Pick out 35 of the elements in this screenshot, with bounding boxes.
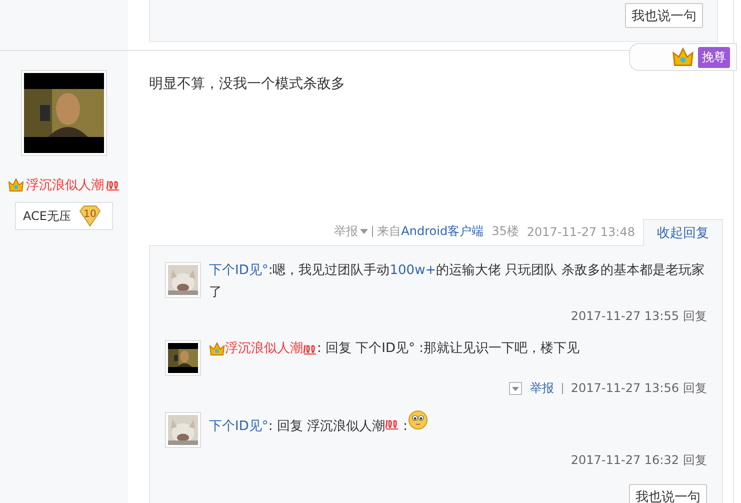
report-link[interactable]: 举报 — [334, 223, 358, 240]
crown-icon — [672, 46, 694, 68]
crown-icon — [209, 341, 225, 357]
username[interactable]: 浮沉浪似人潮 — [225, 338, 303, 360]
honor-label: ACE无压 — [23, 208, 71, 224]
reply-link[interactable]: 回复 — [683, 380, 707, 396]
username[interactable]: 浮沉浪似人潮 — [26, 176, 104, 194]
username[interactable]: 下个ID见° — [209, 416, 268, 438]
source-prefix: 来自 — [377, 223, 402, 240]
reply-link[interactable]: 回复 — [683, 308, 707, 324]
caret-icon — [360, 229, 368, 234]
comment-button[interactable]: 我也说一句 — [629, 484, 707, 503]
level-badge: 10 — [78, 205, 102, 227]
smiley-icon — [408, 410, 428, 430]
post-time: 2017-11-27 13:48 — [526, 224, 635, 238]
source-link[interactable]: Android客户端 — [401, 223, 484, 240]
reply-time: 2017-11-27 13:56 — [570, 381, 679, 395]
dropdown-icon[interactable] — [508, 382, 522, 394]
crown-icon — [8, 177, 24, 193]
floor-number: 35楼 — [492, 223, 519, 240]
report-link[interactable]: 举报 — [530, 380, 554, 396]
hundred-points-icon — [303, 343, 317, 355]
username[interactable]: 下个ID见° — [209, 260, 268, 282]
badge-label[interactable]: 挽尊 — [698, 46, 730, 68]
collapse-replies-tab[interactable]: 收起回复 — [643, 218, 723, 246]
reply-time: 2017-11-27 13:55 — [570, 309, 679, 323]
post-content: 明显不算，没我一个模式杀敌多 — [149, 75, 345, 93]
reply-text: 下个ID见°: 回复 浮沉浪似人潮 : — [209, 410, 707, 448]
reply-text: 浮沉浪似人潮 : 回复 下个ID见° :那就让见识一下吧，楼下见 — [209, 338, 707, 376]
reply-time: 2017-11-27 16:32 — [570, 453, 679, 467]
comment-button[interactable]: 我也说一句 — [625, 3, 703, 28]
reply-link[interactable]: 回复 — [683, 452, 707, 468]
hundred-points-icon — [106, 179, 120, 191]
hundred-points-icon — [385, 418, 400, 430]
reply-text: 下个ID见°:嗯，我见过团队手动100w+的运输大佬 只玩团队 杀敌多的基本都是老玩家了 — [209, 260, 707, 304]
